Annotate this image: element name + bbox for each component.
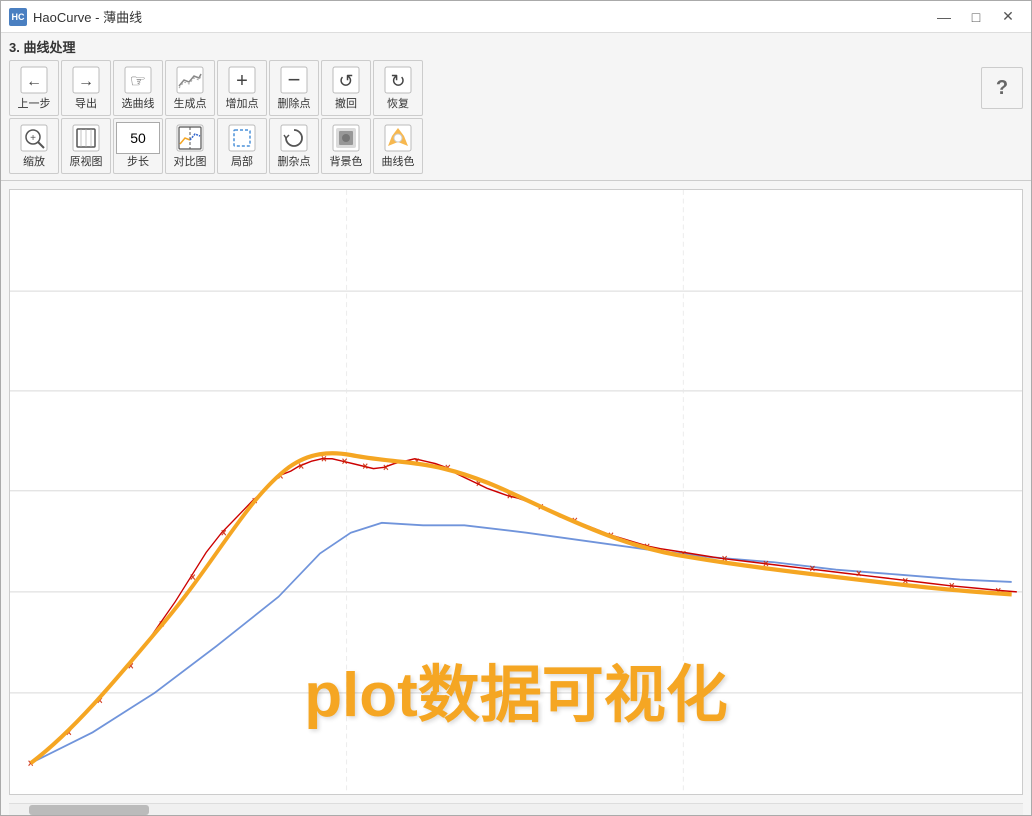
section-title: 3. 曲线处理: [9, 37, 1023, 56]
export-label: 导出: [75, 98, 97, 111]
compare-label: 对比图: [174, 156, 207, 169]
original-view-button[interactable]: 原视图: [61, 118, 111, 174]
bg-color-button[interactable]: 背景色: [321, 118, 371, 174]
add-point-label: 增加点: [226, 98, 259, 111]
partial-icon: [226, 122, 258, 154]
step-button[interactable]: 步长: [113, 118, 163, 174]
undo-button[interactable]: ↺ 撤回: [321, 60, 371, 116]
svg-text:+: +: [236, 70, 248, 92]
zoom-label: 缩放: [23, 156, 45, 169]
svg-text:+: +: [30, 133, 36, 144]
clear-points-button[interactable]: 删杂点: [269, 118, 319, 174]
generate-points-label: 生成点: [174, 98, 207, 111]
horizontal-scrollbar[interactable]: [9, 803, 1023, 815]
compare-button[interactable]: 对比图: [165, 118, 215, 174]
maximize-button[interactable]: □: [961, 7, 991, 27]
clear-points-icon: [278, 122, 310, 154]
bg-color-icon: [330, 122, 362, 154]
redo-icon: ↻: [382, 64, 414, 96]
help-button[interactable]: ?: [981, 67, 1023, 109]
step-label: 步长: [127, 156, 149, 169]
add-point-icon: +: [226, 64, 258, 96]
redo-button[interactable]: ↻ 恢复: [373, 60, 423, 116]
step-input[interactable]: [116, 122, 160, 154]
main-window: HC HaoCurve - 薄曲线 — □ ✕ 3. 曲线处理 ← 上一步 → …: [0, 0, 1032, 816]
export-button[interactable]: → 导出: [61, 60, 111, 116]
select-curve-button[interactable]: ☞ 选曲线: [113, 60, 163, 116]
scrollbar-thumb[interactable]: [29, 805, 149, 815]
close-button[interactable]: ✕: [993, 7, 1023, 27]
svg-text:←: ←: [26, 73, 42, 90]
help-label: ?: [996, 77, 1008, 100]
partial-label: 局部: [231, 156, 253, 169]
chart-canvas: plot数据可视化: [9, 189, 1023, 795]
compare-icon: [174, 122, 206, 154]
svg-text:−: −: [288, 67, 301, 92]
delete-point-icon: −: [278, 64, 310, 96]
title-bar: HC HaoCurve - 薄曲线 — □ ✕: [1, 1, 1031, 33]
minimize-button[interactable]: —: [929, 7, 959, 27]
zoom-button[interactable]: + 缩放: [9, 118, 59, 174]
bg-color-label: 背景色: [330, 156, 363, 169]
select-curve-icon: ☞: [122, 64, 154, 96]
svg-text:↺: ↺: [338, 71, 353, 91]
add-point-button[interactable]: + 增加点: [217, 60, 267, 116]
toolbar-row-1: ← 上一步 → 导出 ☞ 选曲线: [9, 60, 1023, 116]
svg-text:☞: ☞: [130, 71, 146, 91]
toolbar-row-2: + 缩放 原视图 步长: [9, 118, 1023, 174]
original-view-icon: [70, 122, 102, 154]
app-logo: HC: [9, 8, 27, 26]
select-curve-label: 选曲线: [122, 98, 155, 111]
toolbar-section: 3. 曲线处理 ← 上一步 → 导出 ☞ 选曲线: [1, 33, 1031, 181]
redo-label: 恢复: [387, 98, 409, 111]
curve-color-icon: [382, 122, 414, 154]
delete-point-button[interactable]: − 删除点: [269, 60, 319, 116]
curve-color-label: 曲线色: [382, 156, 415, 169]
export-icon: →: [70, 64, 102, 96]
delete-point-label: 删除点: [278, 98, 311, 111]
window-title: HaoCurve - 薄曲线: [33, 7, 929, 26]
zoom-icon: +: [18, 122, 50, 154]
partial-button[interactable]: 局部: [217, 118, 267, 174]
original-view-label: 原视图: [70, 156, 103, 169]
svg-text:↻: ↻: [390, 71, 405, 91]
generate-points-button[interactable]: 生成点: [165, 60, 215, 116]
back-button[interactable]: ← 上一步: [9, 60, 59, 116]
undo-label: 撤回: [335, 98, 357, 111]
chart-svg: [10, 190, 1022, 794]
window-controls: — □ ✕: [929, 7, 1023, 27]
curve-color-button[interactable]: 曲线色: [373, 118, 423, 174]
svg-text:→: →: [78, 73, 94, 90]
undo-icon: ↺: [330, 64, 362, 96]
clear-points-label: 删杂点: [278, 156, 311, 169]
generate-points-icon: [174, 64, 206, 96]
back-label: 上一步: [18, 98, 51, 111]
back-icon: ←: [18, 64, 50, 96]
